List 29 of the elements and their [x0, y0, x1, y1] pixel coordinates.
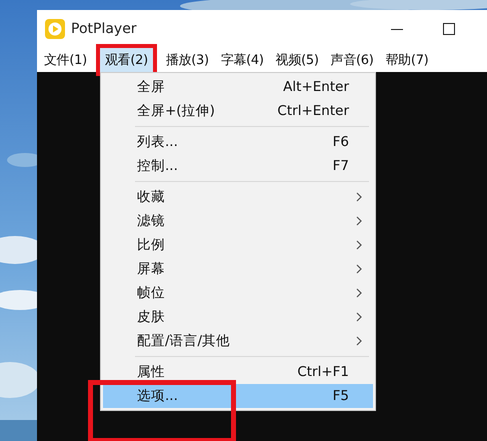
menu-bar-item[interactable]: 声音(6) — [326, 48, 379, 72]
menu-item[interactable]: 全屏+(拉伸) Ctrl+Enter — [103, 99, 373, 123]
menu-item[interactable]: 控制... F7 — [103, 154, 373, 178]
menu-item[interactable]: 帧位 — [103, 281, 373, 305]
menu-item[interactable]: 屏幕 — [103, 257, 373, 281]
menu-item[interactable]: 收藏 — [103, 185, 373, 209]
chevron-right-icon — [356, 312, 363, 322]
menu-bar-item[interactable]: 帮助(7) — [380, 48, 434, 72]
menu-item[interactable]: 滤镜 — [103, 209, 373, 233]
menu-bar-item[interactable]: 视频(5) — [270, 48, 324, 72]
menu-item[interactable]: 列表... F6 — [103, 130, 373, 154]
menu-item[interactable]: 全屏 Alt+Enter — [103, 75, 373, 99]
window-title: PotPlayer — [71, 21, 138, 37]
play-icon — [45, 19, 65, 39]
menu-item[interactable]: 属性 Ctrl+F1 — [103, 360, 373, 384]
chevron-right-icon — [356, 336, 363, 346]
menu-bar-item[interactable]: 文件(1) — [39, 48, 92, 72]
chevron-right-icon — [356, 192, 363, 202]
chevron-right-icon — [356, 288, 363, 298]
menu-bar-item[interactable]: 字幕(4) — [216, 48, 269, 72]
chevron-right-icon — [356, 264, 363, 274]
menu-item[interactable]: 皮肤 — [103, 305, 373, 329]
chevron-right-icon — [356, 216, 363, 226]
maximize-icon[interactable] — [441, 21, 457, 37]
menu-bar-item[interactable]: 播放(3) — [160, 48, 214, 72]
menu-item[interactable]: 比例 — [103, 233, 373, 257]
menu-item[interactable]: 选项... F5 — [103, 384, 373, 408]
menu-item[interactable]: 配置/语言/其他 — [103, 329, 373, 353]
chevron-right-icon — [356, 240, 363, 250]
